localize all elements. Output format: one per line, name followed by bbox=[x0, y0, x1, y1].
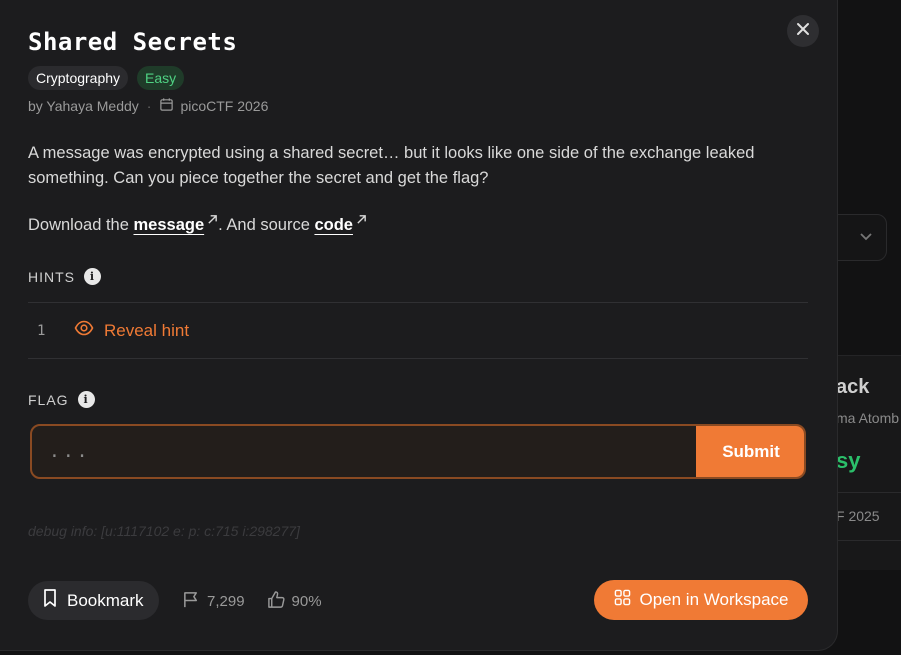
flag-icon bbox=[182, 590, 201, 613]
grid-icon bbox=[614, 589, 631, 611]
challenge-modal: Shared Secrets Cryptography Easy by Yaha… bbox=[0, 0, 838, 651]
hints-bottom-divider bbox=[28, 358, 808, 359]
flag-section-label: FLAG i bbox=[28, 391, 95, 408]
meta-separator: · bbox=[146, 98, 152, 114]
author-label: by Yahaya Meddy bbox=[28, 98, 139, 114]
challenge-description: A message was encrypted using a shared s… bbox=[28, 144, 755, 187]
reveal-hint-button[interactable]: Reveal hint bbox=[74, 318, 189, 343]
submit-button[interactable]: Submit bbox=[696, 426, 804, 477]
thumbs-up-icon[interactable] bbox=[267, 590, 286, 613]
category-tag[interactable]: Cryptography bbox=[28, 66, 129, 90]
info-icon[interactable]: i bbox=[77, 391, 95, 408]
challenge-title: Shared Secrets bbox=[28, 28, 238, 56]
info-icon[interactable]: i bbox=[84, 268, 101, 285]
hints-label: HINTS bbox=[28, 268, 75, 285]
solves-count: 7,299 bbox=[207, 593, 245, 610]
close-button[interactable] bbox=[787, 15, 819, 47]
challenge-stats: 7,299 90% bbox=[182, 590, 322, 613]
bookmark-button[interactable]: Bookmark bbox=[28, 581, 159, 620]
flag-form: Submit bbox=[30, 424, 806, 479]
code-link[interactable]: code bbox=[314, 216, 353, 234]
hint-number: 1 bbox=[37, 322, 46, 339]
chevron-down-icon bbox=[858, 228, 874, 247]
bookmark-icon bbox=[41, 588, 59, 613]
hints-section-label: HINTS i bbox=[28, 268, 101, 285]
background-divider bbox=[836, 540, 901, 541]
message-link[interactable]: message bbox=[134, 216, 205, 234]
difficulty-tag: Easy bbox=[137, 66, 185, 90]
rating-percent: 90% bbox=[291, 593, 322, 610]
hint-item: 1 Reveal hint bbox=[28, 318, 189, 343]
background-card-event: F 2025 bbox=[836, 508, 880, 524]
open-workspace-button[interactable]: Open in Workspace bbox=[594, 580, 808, 620]
download-middle: . And source bbox=[218, 216, 315, 234]
external-link-icon bbox=[207, 211, 218, 230]
calendar-icon bbox=[159, 97, 174, 115]
workspace-label: Open in Workspace bbox=[639, 590, 789, 609]
flag-label: FLAG bbox=[28, 391, 69, 408]
hints-top-divider bbox=[28, 302, 808, 303]
flag-input[interactable] bbox=[32, 426, 696, 477]
download-prefix: Download the bbox=[28, 216, 134, 234]
event-label: picoCTF 2026 bbox=[180, 98, 269, 114]
background-card-title: ack bbox=[836, 376, 870, 398]
close-icon bbox=[795, 21, 811, 42]
external-link-icon bbox=[356, 211, 367, 230]
background-card-difficulty: sy bbox=[836, 448, 861, 473]
debug-info: debug info: [u:1117102 e: p: c:715 i:298… bbox=[28, 523, 300, 539]
reveal-hint-label: Reveal hint bbox=[104, 320, 190, 340]
bookmark-label: Bookmark bbox=[67, 590, 144, 610]
download-line: Download the message . And source code bbox=[28, 211, 367, 235]
eye-icon bbox=[74, 318, 94, 343]
challenge-meta: by Yahaya Meddy · picoCTF 2026 bbox=[28, 97, 268, 115]
background-divider bbox=[836, 492, 901, 493]
background-card-author: ma Atomb bbox=[836, 410, 900, 426]
tag-row: Cryptography Easy bbox=[28, 66, 185, 90]
